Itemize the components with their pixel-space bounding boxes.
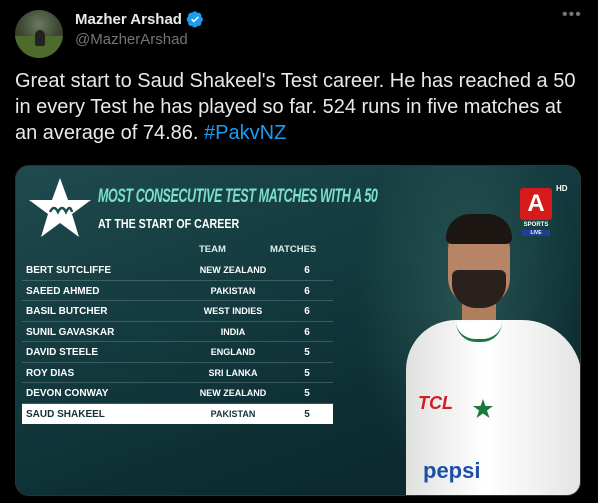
- table-row: DAVID STEELE ENGLAND 5: [22, 342, 333, 363]
- player-name: SAUD SHAKEEL: [26, 408, 105, 420]
- player-matches: 6: [304, 285, 310, 297]
- player-matches: 5: [304, 347, 310, 358]
- player-team: WEST INDIES: [203, 306, 263, 316]
- verified-badge-icon: [186, 11, 203, 28]
- player-name: DAVID STEELE: [26, 347, 99, 358]
- player-photo: TCL pepsi: [396, 210, 580, 495]
- player-team: PAKISTAN: [210, 408, 256, 419]
- hashtag-link[interactable]: #PakvNZ: [204, 122, 286, 144]
- avatar-person: [35, 30, 45, 46]
- table-row: BERT SUTCLIFFE NEW ZEALAND 6: [22, 260, 333, 281]
- graphic-subtitle: AT THE START OF CAREER: [98, 216, 240, 231]
- player-name: BERT SUTCLIFFE: [26, 265, 111, 276]
- tweet-body: Great start to Saud Shakeel's Test caree…: [15, 70, 576, 144]
- player-beard: [452, 270, 506, 308]
- table-row-highlighted: SAUD SHAKEEL PAKISTAN 5: [22, 403, 333, 424]
- tweet-text: Great start to Saud Shakeel's Test caree…: [15, 68, 585, 146]
- player-team: ENGLAND: [210, 347, 256, 357]
- player-name: DEVON CONWAY: [26, 388, 109, 399]
- player-matches: 6: [304, 265, 310, 276]
- table-row: ROY DIAS SRI LANKA 5: [22, 363, 333, 383]
- tweet-media-image[interactable]: MOST CONSECUTIVE TEST MATCHES WITH A 50 …: [15, 165, 581, 496]
- player-matches: 5: [304, 408, 310, 420]
- player-team: NEW ZEALAND: [199, 388, 267, 398]
- player-name: ROY DIAS: [26, 367, 75, 379]
- player-name: BASIL BUTCHER: [26, 306, 108, 317]
- table-row: SUNIL GAVASKAR INDIA 6: [22, 322, 333, 342]
- table-row: DEVON CONWAY NEW ZEALAND 5: [22, 383, 333, 404]
- channel-hd-label: HD: [556, 184, 568, 193]
- more-options-icon[interactable]: •••: [562, 6, 582, 24]
- column-header-matches: MATCHES: [270, 244, 317, 255]
- table-row: SAEED AHMED PAKISTAN 6: [22, 281, 333, 301]
- player-team: PAKISTAN: [210, 285, 256, 296]
- player-name: SUNIL GAVASKAR: [26, 326, 115, 338]
- player-matches: 6: [304, 306, 310, 317]
- player-team: NEW ZEALAND: [199, 265, 267, 275]
- player-matches: 5: [304, 367, 310, 379]
- author-avatar[interactable]: [15, 10, 63, 58]
- stats-table: BERT SUTCLIFFE NEW ZEALAND 6 SAEED AHMED…: [22, 260, 333, 424]
- player-name: SAEED AHMED: [26, 285, 100, 297]
- player-team: INDIA: [220, 326, 246, 337]
- pakistan-crest-icon: [473, 399, 493, 418]
- player-matches: 6: [304, 326, 310, 338]
- shirt-sponsor-tcl: TCL: [418, 393, 453, 413]
- player-team: SRI LANKA: [208, 367, 258, 378]
- column-header-team: TEAM: [199, 244, 226, 255]
- author-handle[interactable]: @MazherArshad: [75, 31, 188, 48]
- player-hair: [446, 214, 512, 244]
- graphic-title: MOST CONSECUTIVE TEST MATCHES WITH A 50: [98, 186, 378, 207]
- tweet-card: Mazher Arshad @MazherArshad ••• Great st…: [0, 0, 598, 503]
- shirt-sponsor-pepsi: pepsi: [423, 458, 481, 483]
- player-matches: 5: [304, 388, 310, 399]
- table-row: BASIL BUTCHER WEST INDIES 6: [22, 301, 333, 322]
- author-name[interactable]: Mazher Arshad: [75, 11, 182, 28]
- pakistan-star-logo-icon: [29, 178, 91, 237]
